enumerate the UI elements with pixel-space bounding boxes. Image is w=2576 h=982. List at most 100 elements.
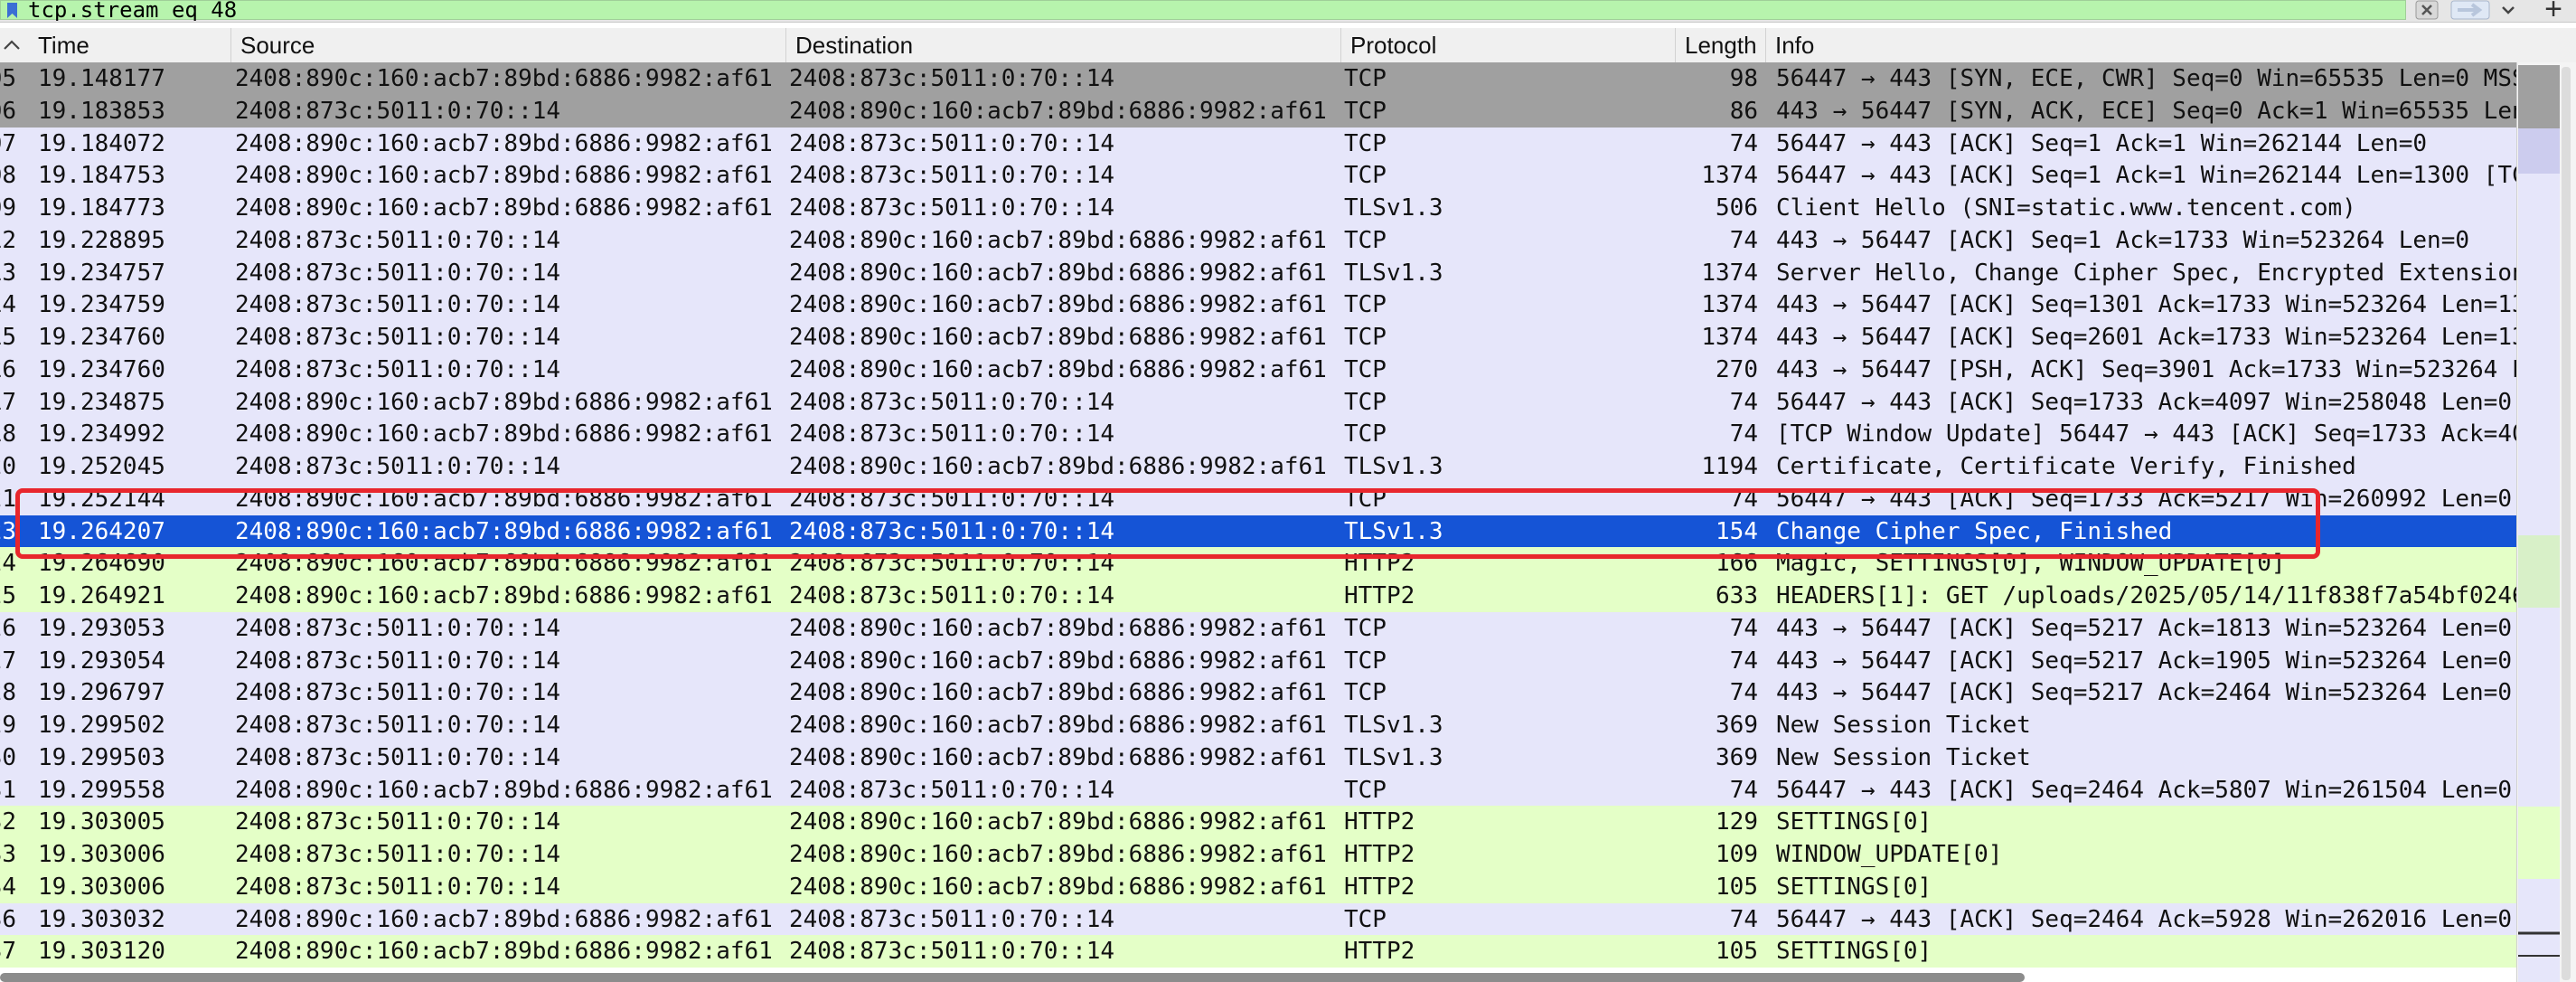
- length-cell: 369: [1716, 712, 1758, 739]
- time-cell: 19.252144: [38, 485, 165, 513]
- info-cell: 56447 → 443 [ACK] Seq=1733 Ack=4097 Win=…: [1776, 388, 2512, 416]
- packet-minimap[interactable]: [2518, 65, 2560, 982]
- packet-number-cell: 30: [0, 743, 16, 771]
- destination-cell: 2408:890c:160:acb7:89bd:6886:9982:af61: [789, 355, 1327, 383]
- table-row[interactable]: 37 19.303120 2408:890c:160:acb7:89bd:6886:…: [0, 935, 2516, 968]
- clear-filter-icon[interactable]: [2414, 0, 2441, 20]
- table-row-selected[interactable]: 23 19.264207 2408:890c:160:acb7:89bd:6886:…: [0, 515, 2516, 548]
- info-cell: 443 → 56447 [PSH, ACK] Seq=3901 Ack=1733…: [1776, 355, 2516, 383]
- display-filter-input[interactable]: [28, 0, 2378, 21]
- table-row[interactable]: 07 19.184072 2408:890c:160:acb7:89bd:6886:…: [0, 127, 2516, 160]
- column-header-info[interactable]: Info: [1766, 28, 2576, 62]
- column-header-protocol[interactable]: Protocol: [1341, 28, 1676, 62]
- table-row[interactable]: 06 19.183853 2408:873c:5011:0:70::14 2408:8…: [0, 94, 2516, 127]
- protocol-cell: TCP: [1344, 679, 1387, 707]
- length-cell: 1374: [1701, 259, 1758, 287]
- info-cell: [TCP Window Update] 56447 → 443 [ACK] Se…: [1776, 420, 2516, 449]
- table-row[interactable]: 31 19.299558 2408:890c:160:acb7:89bd:6886:…: [0, 773, 2516, 807]
- time-cell: 19.234757: [38, 259, 165, 287]
- protocol-cell: TCP: [1344, 324, 1387, 351]
- table-row[interactable]: 30 19.299503 2408:873c:5011:0:70::14 2408:8…: [0, 741, 2516, 774]
- info-cell: Client Hello (SNI=static.www.tencent.com…: [1776, 194, 2356, 222]
- table-row[interactable]: 32 19.303005 2408:873c:5011:0:70::14 2408:8…: [0, 806, 2516, 839]
- packet-number-cell: 34: [0, 873, 16, 901]
- source-cell: 2408:890c:160:acb7:89bd:6886:9982:af61: [235, 388, 773, 416]
- source-cell: 2408:890c:160:acb7:89bd:6886:9982:af61: [235, 65, 773, 92]
- table-row[interactable]: 28 19.296797 2408:873c:5011:0:70::14 2408:8…: [0, 676, 2516, 710]
- protocol-cell: HTTP2: [1344, 808, 1415, 836]
- protocol-cell: HTTP2: [1344, 873, 1415, 901]
- sort-caret-icon[interactable]: [2, 35, 22, 55]
- time-cell: 19.264690: [38, 550, 165, 578]
- protocol-cell: TCP: [1344, 905, 1387, 933]
- horizontal-scrollbar[interactable]: [0, 973, 2025, 982]
- length-cell: 74: [1729, 226, 1758, 254]
- source-cell: 2408:873c:5011:0:70::14: [235, 259, 561, 287]
- destination-cell: 2408:873c:5011:0:70::14: [789, 938, 1115, 966]
- length-cell: 74: [1729, 614, 1758, 642]
- add-filter-button[interactable]: +: [2535, 0, 2571, 24]
- destination-cell: 2408:873c:5011:0:70::14: [789, 517, 1115, 545]
- table-row[interactable]: 12 19.228895 2408:873c:5011:0:70::14 2408:8…: [0, 223, 2516, 257]
- table-row[interactable]: 08 19.184753 2408:890c:160:acb7:89bd:6886:…: [0, 159, 2516, 193]
- length-cell: 74: [1729, 679, 1758, 707]
- destination-cell: 2408:890c:160:acb7:89bd:6886:9982:af61: [789, 873, 1327, 901]
- column-header-source[interactable]: Source: [231, 28, 786, 62]
- table-row[interactable]: 29 19.299502 2408:873c:5011:0:70::14 2408:8…: [0, 709, 2516, 741]
- info-cell: 56447 → 443 [ACK] Seq=2464 Ack=5807 Win=…: [1776, 776, 2512, 804]
- time-cell: 19.184773: [38, 194, 165, 222]
- table-row[interactable]: 34 19.303006 2408:873c:5011:0:70::14 2408:8…: [0, 870, 2516, 903]
- table-row[interactable]: 18 19.234992 2408:890c:160:acb7:89bd:6886:…: [0, 418, 2516, 451]
- chevron-down-icon[interactable]: [2495, 0, 2522, 20]
- table-row[interactable]: 36 19.303032 2408:890c:160:acb7:89bd:6886:…: [0, 902, 2516, 936]
- column-header-length[interactable]: Length: [1676, 28, 1766, 62]
- table-row[interactable]: 24 19.264690 2408:890c:160:acb7:89bd:6886:…: [0, 547, 2516, 581]
- table-row[interactable]: 20 19.252045 2408:873c:5011:0:70::14 2408:8…: [0, 450, 2516, 483]
- table-row[interactable]: 14 19.234759 2408:873c:5011:0:70::14 2408:8…: [0, 288, 2516, 322]
- table-row[interactable]: 15 19.234760 2408:873c:5011:0:70::14 2408:8…: [0, 321, 2516, 354]
- protocol-cell: TLSv1.3: [1344, 712, 1443, 739]
- source-cell: 2408:890c:160:acb7:89bd:6886:9982:af61: [235, 776, 773, 804]
- destination-cell: 2408:890c:160:acb7:89bd:6886:9982:af61: [789, 291, 1327, 319]
- scroll-thumb[interactable]: [2562, 67, 2571, 980]
- table-row[interactable]: 26 19.293053 2408:873c:5011:0:70::14 2408:8…: [0, 611, 2516, 645]
- length-cell: 1374: [1701, 291, 1758, 319]
- protocol-cell: TCP: [1344, 420, 1387, 449]
- table-row[interactable]: 09 19.184773 2408:890c:160:acb7:89bd:6886:…: [0, 192, 2516, 224]
- table-row[interactable]: 21 19.252144 2408:890c:160:acb7:89bd:6886:…: [0, 482, 2516, 515]
- source-cell: 2408:890c:160:acb7:89bd:6886:9982:af61: [235, 420, 773, 449]
- source-cell: 2408:890c:160:acb7:89bd:6886:9982:af61: [235, 129, 773, 157]
- packet-list: 05 19.148177 2408:890c:160:acb7:89bd:6886:…: [0, 62, 2516, 982]
- packet-list-header: Time Source Destination Protocol Length …: [0, 28, 2576, 63]
- apply-arrow-icon[interactable]: [2450, 0, 2490, 20]
- protocol-cell: TCP: [1344, 614, 1387, 642]
- column-header-time[interactable]: Time: [29, 28, 231, 62]
- destination-cell: 2408:890c:160:acb7:89bd:6886:9982:af61: [789, 712, 1327, 739]
- packet-number-cell: 29: [0, 712, 16, 739]
- table-row[interactable]: 27 19.293054 2408:873c:5011:0:70::14 2408:8…: [0, 644, 2516, 677]
- bookmark-icon[interactable]: [6, 3, 18, 19]
- length-cell: 369: [1716, 743, 1758, 771]
- destination-cell: 2408:873c:5011:0:70::14: [789, 776, 1115, 804]
- table-row[interactable]: 17 19.234875 2408:890c:160:acb7:89bd:6886:…: [0, 385, 2516, 419]
- table-row[interactable]: 33 19.303006 2408:873c:5011:0:70::14 2408:8…: [0, 838, 2516, 871]
- table-row[interactable]: 25 19.264921 2408:890c:160:acb7:89bd:6886:…: [0, 580, 2516, 612]
- destination-cell: 2408:873c:5011:0:70::14: [789, 420, 1115, 449]
- destination-cell: 2408:890c:160:acb7:89bd:6886:9982:af61: [789, 841, 1327, 868]
- display-filter-field[interactable]: [0, 0, 2406, 21]
- packet-number-cell: 32: [0, 808, 16, 836]
- table-row[interactable]: 13 19.234757 2408:873c:5011:0:70::14 2408:8…: [0, 256, 2516, 289]
- protocol-cell: TCP: [1344, 97, 1387, 125]
- info-cell: SETTINGS[0]: [1776, 873, 1932, 901]
- time-cell: 19.296797: [38, 679, 165, 707]
- table-row[interactable]: 16 19.234760 2408:873c:5011:0:70::14 2408:8…: [0, 353, 2516, 386]
- protocol-cell: TCP: [1344, 65, 1387, 92]
- time-cell: 19.303032: [38, 905, 165, 933]
- column-header-destination[interactable]: Destination: [786, 28, 1341, 62]
- length-cell: 109: [1716, 841, 1758, 868]
- destination-cell: 2408:873c:5011:0:70::14: [789, 194, 1115, 222]
- time-cell: 19.303120: [38, 938, 165, 966]
- source-cell: 2408:873c:5011:0:70::14: [235, 712, 561, 739]
- table-row[interactable]: 05 19.148177 2408:890c:160:acb7:89bd:6886:…: [0, 62, 2516, 95]
- protocol-cell: TCP: [1344, 485, 1387, 513]
